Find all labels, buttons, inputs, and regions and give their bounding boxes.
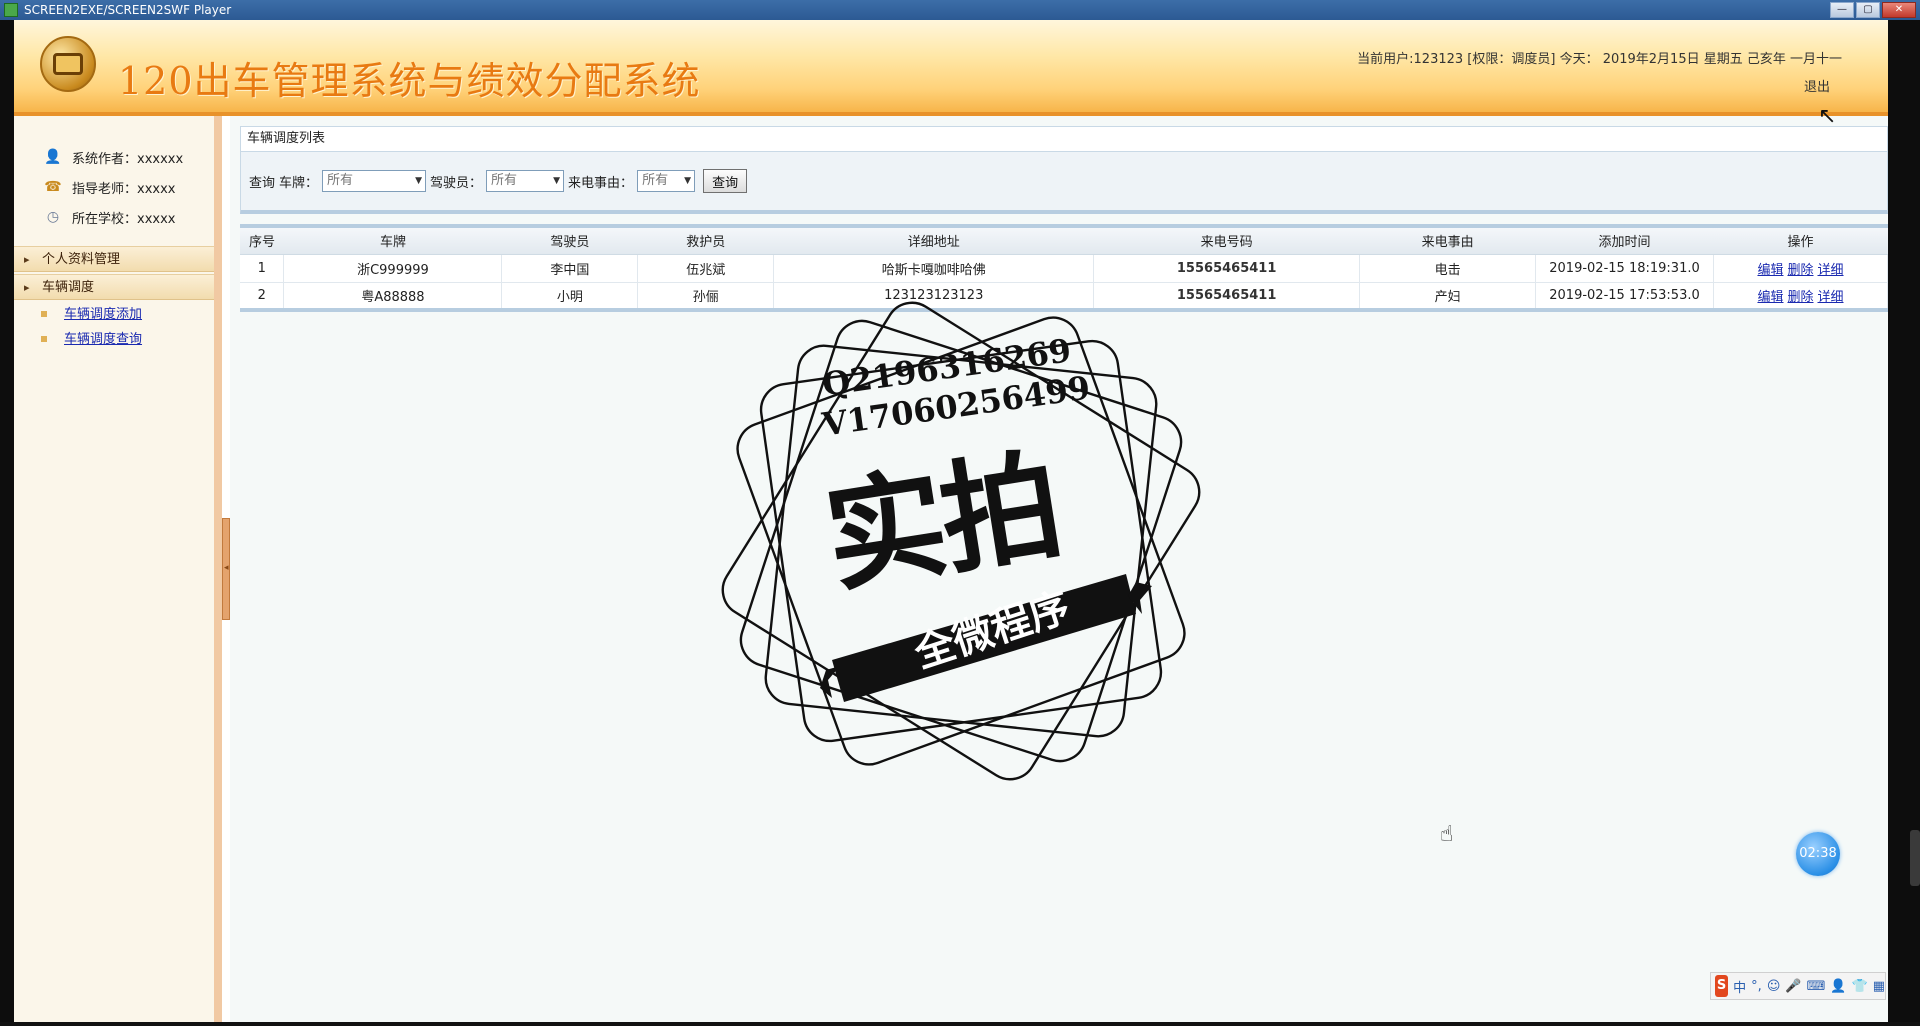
col-header-driver: 驾驶员: [501, 224, 638, 255]
ime-skin-icon[interactable]: 👕: [1852, 979, 1868, 994]
ime-logo-icon[interactable]: S: [1715, 975, 1729, 997]
delete-link[interactable]: 删除: [1787, 290, 1813, 305]
window-titlebar: SCREEN2EXE/SCREEN2SWF Player — ▢ ✕: [0, 0, 1920, 20]
window-controls: — ▢ ✕: [1830, 2, 1916, 18]
dispatch-add-link[interactable]: 车辆调度添加: [64, 307, 142, 322]
dispatch-query-link[interactable]: 车辆调度查询: [64, 332, 142, 347]
player-left-border: [0, 20, 14, 1024]
ime-emoji-icon[interactable]: ☺: [1767, 979, 1781, 994]
playback-timer-badge[interactable]: 02:38: [1796, 832, 1840, 876]
cell-driver: 小明: [501, 282, 639, 311]
logout-link[interactable]: 退出: [1804, 76, 1830, 95]
ime-chinese-mode[interactable]: 中: [1733, 977, 1746, 996]
cell-time: 2019-02-15 17:53:53.0: [1535, 282, 1714, 311]
reason-label: 来电事由：: [568, 175, 634, 191]
cell-rescuer: 伍兆斌: [637, 254, 775, 283]
cell-plate: 浙C999999: [283, 254, 503, 283]
query-label: 查询: [249, 175, 276, 191]
system-title: 120出车管理系统与绩效分配系统: [118, 59, 701, 103]
reason-select[interactable]: 所有: [637, 170, 696, 192]
person-icon: 👤: [44, 149, 62, 165]
mouse-cursor-icon: ↖: [1818, 104, 1837, 129]
sidebar-item-dispatch-query: 车辆调度查询: [14, 327, 214, 352]
edit-link[interactable]: 编辑: [1757, 263, 1783, 278]
sidebar-item-dispatch-add: 车辆调度添加: [14, 302, 214, 327]
cell-reason: 产妇: [1359, 282, 1537, 311]
driver-select[interactable]: 所有: [486, 170, 565, 192]
collapse-arrow-icon: ◂: [224, 563, 229, 573]
app-icon: [4, 3, 18, 17]
col-header-address: 详细地址: [773, 224, 1094, 255]
sidebar-collapse-handle[interactable]: ◂: [222, 518, 230, 620]
cell-actions: 编辑 删除 详细: [1713, 282, 1889, 311]
player-side-scroll-tab[interactable]: [1910, 830, 1920, 886]
col-header-phone: 来电号码: [1093, 224, 1360, 255]
cell-reason: 电击: [1359, 254, 1537, 283]
logo-icon: [40, 36, 96, 92]
sidebar-info-author: 👤 系统作者：xxxxxx: [14, 142, 214, 172]
table-header-row: 序号 车牌 驾驶员 救护员 详细地址 来电号码 来电事由 添加时间 操作: [240, 224, 1888, 255]
app-header: 120出车管理系统与绩效分配系统 当前用户:123123 [权限：调度员] 今天…: [14, 20, 1888, 116]
ime-user-icon[interactable]: 👤: [1830, 979, 1846, 994]
sidebar-menu: 个人资料管理 车辆调度 车辆调度添加 车辆调度查询: [14, 246, 214, 352]
ime-punctuation-icon[interactable]: °,: [1751, 979, 1762, 994]
col-header-no: 序号: [240, 224, 284, 255]
author-text: 系统作者：xxxxxx: [72, 151, 184, 167]
player-bottom-border: [0, 1022, 1920, 1026]
table-row: 1 浙C999999 李中国 伍兆斌 哈斯卡嘎咖啡哈佛 15565465411 …: [240, 254, 1889, 283]
col-header-time: 添加时间: [1535, 224, 1714, 255]
cell-driver: 李中国: [501, 254, 639, 283]
hand-cursor-icon: ☝: [1440, 822, 1454, 847]
cell-no: 1: [240, 254, 285, 283]
cell-plate: 粤A88888: [283, 282, 503, 311]
edit-link[interactable]: 编辑: [1757, 290, 1783, 305]
query-button[interactable]: 查询: [703, 169, 748, 193]
panel-title: 车辆调度列表: [240, 126, 1888, 152]
sidebar-info-list: 👤 系统作者：xxxxxx ☎ 指导老师：xxxxx ◷ 所在学校：xxxxx: [14, 116, 214, 232]
detail-link[interactable]: 详细: [1818, 290, 1844, 305]
col-header-reason: 来电事由: [1359, 224, 1536, 255]
minimize-button[interactable]: —: [1830, 2, 1854, 18]
sidebar-info-school: ◷ 所在学校：xxxxx: [14, 202, 214, 232]
phone-icon: ☎: [44, 179, 62, 195]
cell-phone: 15565465411: [1093, 254, 1361, 283]
teacher-text: 指导老师：xxxxx: [72, 181, 176, 197]
detail-link[interactable]: 详细: [1818, 263, 1844, 278]
window-title: SCREEN2EXE/SCREEN2SWF Player: [24, 3, 232, 17]
plate-select[interactable]: 所有: [322, 170, 427, 192]
close-button[interactable]: ✕: [1882, 2, 1916, 18]
ime-microphone-icon[interactable]: 🎤: [1785, 979, 1801, 994]
col-header-rescuer: 救护员: [637, 224, 774, 255]
ime-toolbox-icon[interactable]: ▦: [1873, 979, 1885, 994]
sidebar: 👤 系统作者：xxxxxx ☎ 指导老师：xxxxx ◷ 所在学校：xxxxx …: [14, 116, 222, 1022]
col-header-actions: 操作: [1713, 224, 1888, 255]
cell-time: 2019-02-15 18:19:31.0: [1535, 254, 1714, 283]
school-text: 所在学校：xxxxx: [72, 211, 176, 227]
ime-toolbar: S 中 °, ☺ 🎤 ⌨ 👤 👕 ▦: [1710, 972, 1886, 1000]
delete-link[interactable]: 删除: [1787, 263, 1813, 278]
sidebar-info-teacher: ☎ 指导老师：xxxxx: [14, 172, 214, 202]
maximize-button[interactable]: ▢: [1856, 2, 1880, 18]
cell-no: 2: [240, 282, 285, 311]
ime-keyboard-icon[interactable]: ⌨: [1807, 979, 1826, 994]
cell-actions: 编辑 删除 详细: [1713, 254, 1889, 283]
current-user-info: 当前用户:123123 [权限：调度员] 今天： 2019年2月15日 星期五 …: [1357, 52, 1842, 67]
driver-label: 驾驶员：: [430, 175, 483, 191]
menu-vehicle-dispatch[interactable]: 车辆调度: [14, 274, 214, 301]
col-header-plate: 车牌: [283, 224, 502, 255]
plate-label: 车牌：: [279, 175, 319, 191]
search-bar: 查询 车牌： 所有 驾驶员： 所有 来电事由： 所有 查询: [240, 152, 1888, 214]
cell-address: 哈斯卡嘎咖啡哈佛: [773, 254, 1095, 283]
menu-profile-management[interactable]: 个人资料管理: [14, 246, 214, 273]
clock-icon: ◷: [46, 209, 60, 225]
